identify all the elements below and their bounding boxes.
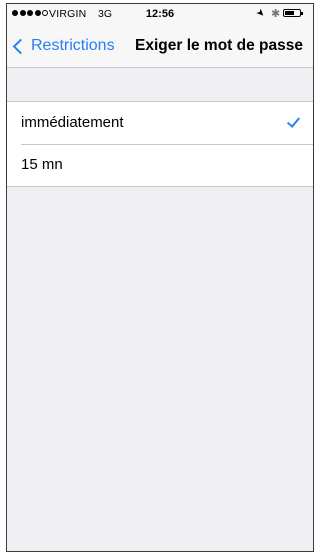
status-bar: VIRGIN 3G 12:56 ➤ ✱ [7,4,313,24]
bluetooth-icon: ✱ [271,8,281,20]
battery-icon [283,9,303,17]
phone-screen: VIRGIN 3G 12:56 ➤ ✱ Restrictions Exiger … [6,3,314,552]
option-label: immédiatement [21,114,124,131]
option-immediately[interactable]: immédiatement [7,102,313,144]
navigation-bar: Restrictions Exiger le mot de passe [7,24,313,68]
back-button-label: Restrictions [31,37,115,54]
option-label: 15 mn [21,156,63,173]
options-list: immédiatement 15 mn [7,101,313,187]
status-time: 12:56 [145,8,175,20]
page-title: Exiger le mot de passe [135,37,303,54]
option-15-min[interactable]: 15 mn [7,144,313,186]
chevron-left-icon [12,38,29,54]
back-button[interactable]: Restrictions [12,24,115,68]
checkmark-icon [286,114,301,128]
